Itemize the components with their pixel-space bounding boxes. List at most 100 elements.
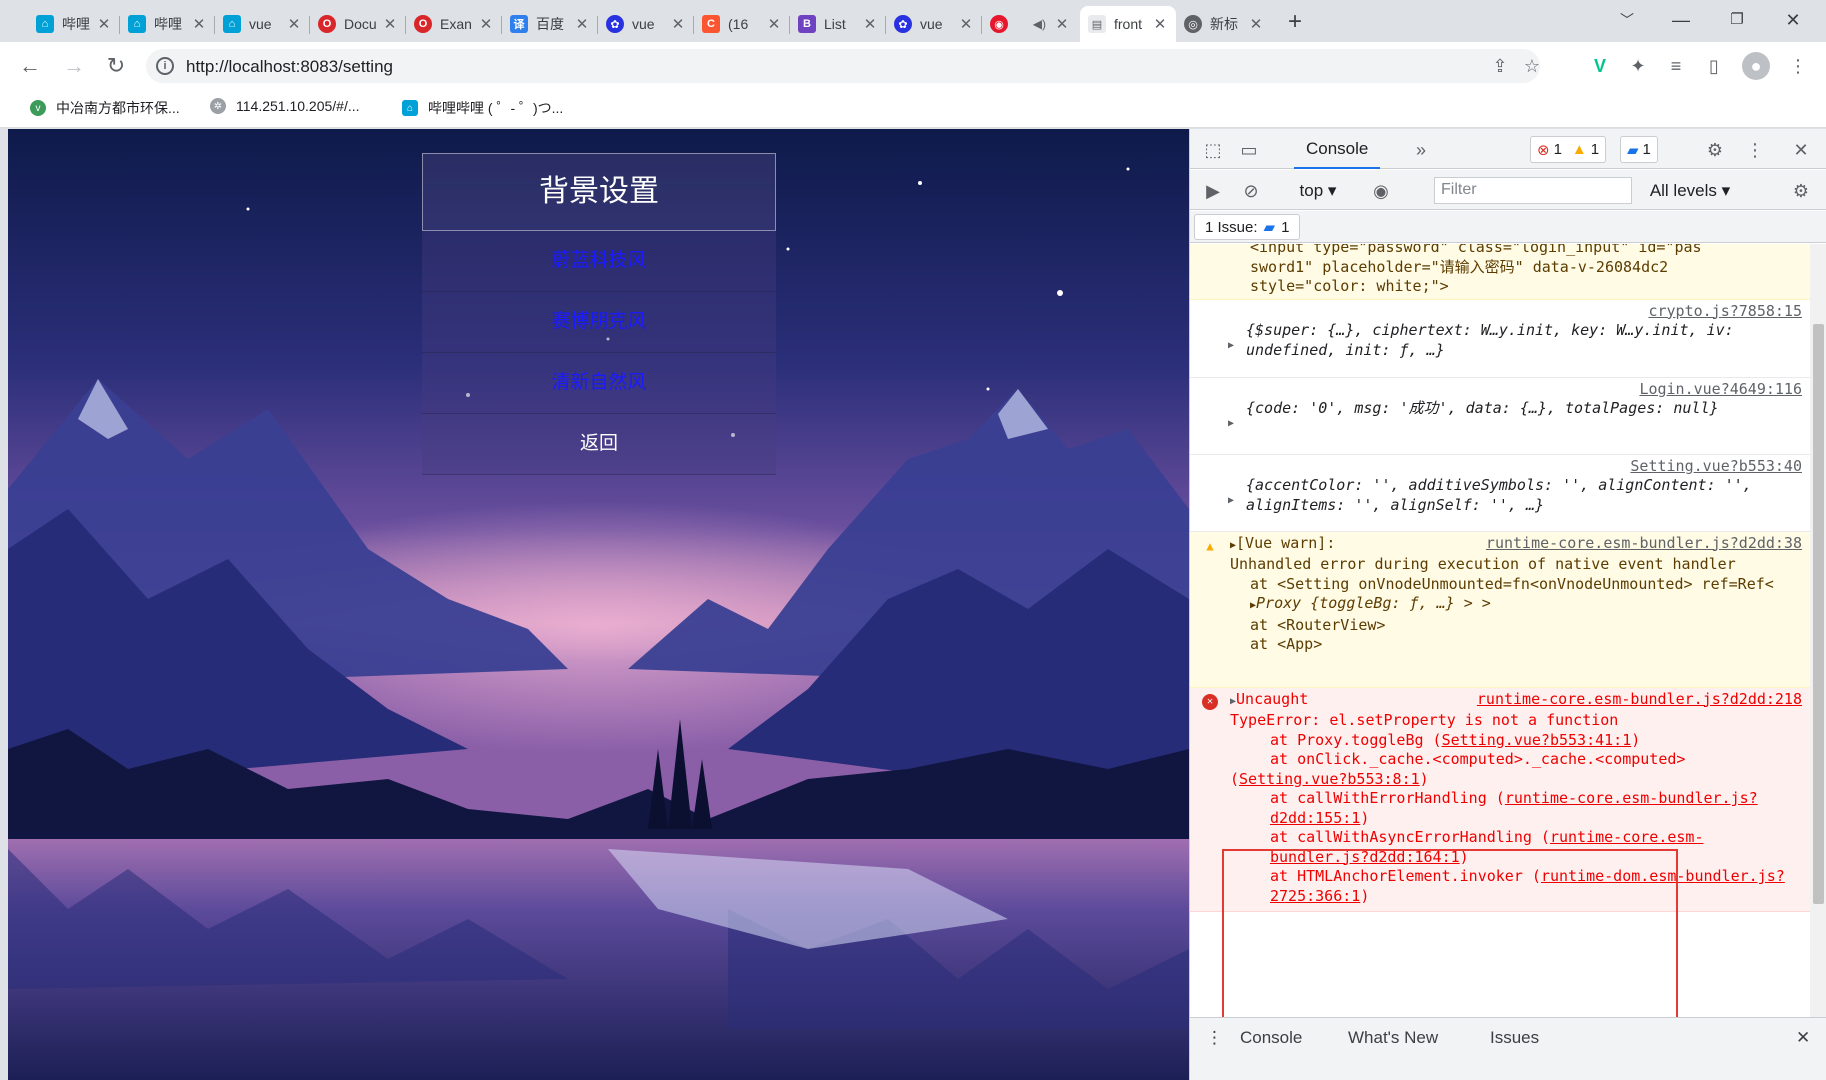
close-tab-icon[interactable]: ✕: [1248, 15, 1264, 33]
message-count-badge[interactable]: ▰ 1: [1620, 136, 1658, 163]
logged-object[interactable]: {accentColor: '', additiveSymbols: '', a…: [1246, 476, 1802, 515]
browser-tab[interactable]: O Docu ✕: [310, 6, 406, 42]
devtools-panel: ⬚ ▭ Console » ⊗ 1 ▲ 1 ▰ 1 ⚙ ⋮ ✕ ▶ ⊘ top ▾ ◉ …: [1189, 129, 1826, 1080]
log-entry-login[interactable]: Login.vue?4649:116 ▶ {code: '0', msg: '成…: [1190, 378, 1810, 455]
log-entry-vue-warn[interactable]: ▲ ▶[Vue warn]: runtime-core.esm-bundler.j…: [1190, 531, 1810, 688]
close-devtools-icon[interactable]: ✕: [1788, 137, 1814, 163]
source-link[interactable]: runtime-core.esm-bundler.js?d2dd:218: [1477, 690, 1802, 710]
expand-triangle-icon[interactable]: ▶: [1228, 414, 1234, 434]
browser-tab[interactable]: 译百度 ✕: [502, 6, 598, 42]
scrollbar-thumb[interactable]: [1813, 324, 1824, 904]
more-tabs-chevron-icon[interactable]: »: [1408, 137, 1434, 163]
close-tab-icon[interactable]: ✕: [96, 15, 112, 33]
browser-tab-active[interactable]: ▤ front ✕: [1080, 6, 1176, 42]
restore-icon[interactable]: ❐: [1714, 0, 1760, 40]
browser-tab[interactable]: ⌂ vue ✕: [215, 6, 310, 42]
back-button[interactable]: 返回: [422, 414, 776, 475]
browser-tab[interactable]: ⌂ 哔哩 ✕: [120, 6, 215, 42]
close-tab-icon[interactable]: ✕: [862, 15, 878, 33]
url-text[interactable]: http://localhost:8083/setting: [186, 57, 393, 77]
error-count-badge[interactable]: ⊗ 1 ▲ 1: [1530, 136, 1607, 163]
drawer-menu-icon[interactable]: ⋮: [1206, 1018, 1223, 1058]
close-tab-icon[interactable]: ✕: [191, 15, 207, 33]
audio-playing-icon[interactable]: ◀): [1033, 17, 1046, 31]
log-entry-element[interactable]: <input type="password" class="login_inpu…: [1190, 244, 1810, 300]
logged-object[interactable]: {$super: {…}, ciphertext: W…y.init, key:…: [1246, 321, 1802, 360]
browser-tab[interactable]: ✿ vue ✕: [598, 6, 694, 42]
sidebar-toggle-icon[interactable]: ▶: [1200, 178, 1226, 204]
inspect-element-icon[interactable]: ⬚: [1200, 137, 1226, 163]
close-tab-icon[interactable]: ✕: [1054, 15, 1070, 33]
devtools-menu-icon[interactable]: ⋮: [1742, 137, 1768, 163]
warn-proxy[interactable]: Proxy {toggleBg: ƒ, …} > >: [1256, 594, 1491, 612]
forward-arrow-icon[interactable]: →: [58, 50, 90, 82]
source-link[interactable]: Login.vue?4649:116: [1639, 380, 1802, 400]
tab-search-chevron-icon[interactable]: ﹀: [1604, 0, 1650, 40]
close-tab-icon[interactable]: ✕: [478, 15, 494, 33]
site-info-icon[interactable]: i: [156, 57, 174, 75]
drawer-tab-console[interactable]: Console: [1240, 1018, 1302, 1058]
error-icon: ⊗: [1537, 141, 1550, 159]
bookmark-item[interactable]: ⌂ 哔哩哔哩 ( ゜- ゜)つ...: [402, 98, 563, 118]
log-levels-select[interactable]: All levels ▾: [1640, 178, 1740, 204]
close-drawer-icon[interactable]: ✕: [1796, 1018, 1810, 1058]
close-tab-icon[interactable]: ✕: [286, 15, 302, 33]
bookmark-item[interactable]: v 中冶南方都市环保...: [30, 98, 180, 118]
extensions-puzzle-icon[interactable]: ✦: [1624, 52, 1652, 80]
browser-tab[interactable]: ◎ 新标 ✕: [1176, 6, 1272, 42]
close-tab-icon[interactable]: ✕: [670, 15, 686, 33]
issues-button[interactable]: 1 Issue: ▰ 1: [1194, 214, 1301, 240]
expand-triangle-icon[interactable]: ▶: [1228, 491, 1234, 511]
close-window-icon[interactable]: ✕: [1770, 0, 1816, 40]
minimize-icon[interactable]: —: [1658, 0, 1704, 40]
source-link[interactable]: crypto.js?7858:15: [1648, 302, 1802, 322]
reload-icon[interactable]: ↻: [100, 50, 132, 82]
browser-tab[interactable]: ⌂ 哔哩 ✕: [28, 6, 120, 42]
side-panel-icon[interactable]: ▯: [1700, 52, 1728, 80]
drawer-tab-whats-new[interactable]: What's New: [1348, 1018, 1438, 1058]
browser-tab[interactable]: B List ✕: [790, 6, 886, 42]
close-tab-icon[interactable]: ✕: [1152, 15, 1168, 33]
settings-gear-icon[interactable]: ⚙: [1702, 137, 1728, 163]
log-entry-uncaught-error[interactable]: ✕ ▶Uncaught runtime-core.esm-bundler.js?d…: [1190, 687, 1810, 912]
expand-triangle-icon[interactable]: ▶: [1228, 336, 1234, 356]
stack-frame-link[interactable]: Setting.vue?b553:41:1: [1442, 731, 1632, 749]
console-scrollbar[interactable]: [1810, 244, 1826, 1017]
browser-tab[interactable]: ◉ ◀) ✕: [982, 6, 1078, 42]
console-settings-gear-icon[interactable]: ⚙: [1788, 178, 1814, 204]
profile-avatar-icon[interactable]: ●: [1742, 52, 1770, 80]
close-tab-icon[interactable]: ✕: [382, 15, 398, 33]
back-arrow-icon[interactable]: ←: [14, 50, 46, 82]
logged-object[interactable]: {code: '0', msg: '成功', data: {…}, totalP…: [1246, 399, 1802, 419]
context-select[interactable]: top ▾: [1288, 178, 1348, 204]
source-link[interactable]: runtime-core.esm-bundler.js?d2dd:38: [1486, 534, 1802, 554]
new-tab-plus-icon[interactable]: +: [1280, 8, 1310, 38]
bookmark-item[interactable]: ✲ 114.251.10.205/#/...: [210, 98, 360, 114]
log-entry-setting[interactable]: Setting.vue?b553:40 ▶ {accentColor: '', …: [1190, 455, 1810, 532]
option-cyberpunk[interactable]: 赛博朋克风: [422, 292, 776, 353]
live-expression-eye-icon[interactable]: ◉: [1368, 178, 1394, 204]
browser-tab[interactable]: ✿ vue ✕: [886, 6, 982, 42]
share-icon[interactable]: ⇪: [1486, 52, 1514, 80]
close-tab-icon[interactable]: ✕: [574, 15, 590, 33]
address-bar[interactable]: i http://localhost:8083/setting ⇪ ☆: [146, 49, 1540, 83]
option-fresh-nature[interactable]: 清新自然风: [422, 353, 776, 414]
log-entry-crypto[interactable]: crypto.js?7858:15 ▶ {$super: {…}, cipher…: [1190, 300, 1810, 378]
vue-devtools-icon[interactable]: V: [1586, 52, 1614, 80]
devtools-drawer: ⋮ Console What's New Issues ✕: [1190, 1017, 1826, 1080]
browser-tab[interactable]: O Exan ✕: [406, 6, 502, 42]
tab-console[interactable]: Console: [1294, 129, 1381, 169]
media-control-icon[interactable]: ≡: [1662, 52, 1690, 80]
source-link[interactable]: Setting.vue?b553:40: [1630, 457, 1802, 477]
close-tab-icon[interactable]: ✕: [958, 15, 974, 33]
drawer-tab-issues[interactable]: Issues: [1490, 1018, 1539, 1058]
device-toolbar-icon[interactable]: ▭: [1236, 137, 1262, 163]
bookmark-star-icon[interactable]: ☆: [1518, 52, 1546, 80]
stack-frame-link[interactable]: Setting.vue?b553:8:1: [1239, 770, 1420, 788]
clear-console-icon[interactable]: ⊘: [1238, 178, 1264, 204]
filter-input[interactable]: Filter: [1434, 177, 1632, 204]
option-azure-tech[interactable]: 蔚蓝科技风: [422, 231, 776, 292]
browser-tab[interactable]: C (16 ✕: [694, 6, 790, 42]
chrome-menu-icon[interactable]: ⋮: [1784, 52, 1812, 80]
close-tab-icon[interactable]: ✕: [766, 15, 782, 33]
